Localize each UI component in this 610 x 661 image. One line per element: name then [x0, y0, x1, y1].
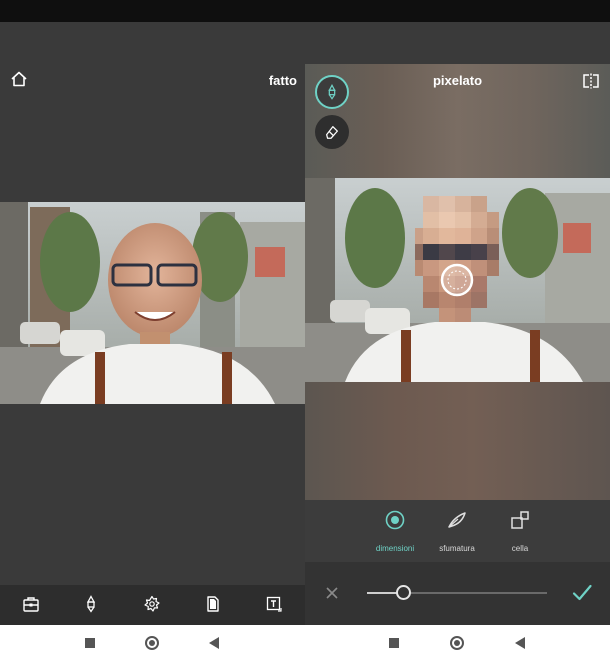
home-icon — [11, 71, 27, 87]
back-triangle-icon — [209, 637, 219, 649]
eraser-icon — [326, 126, 338, 139]
main-toolbar — [0, 585, 305, 625]
close-icon — [326, 587, 338, 599]
circle-icon — [450, 636, 464, 650]
home-nav-button[interactable] — [449, 635, 465, 651]
system-navigation-bar — [0, 625, 610, 661]
pixelate-editor-screen: pixelato dimensioni sfumatura cella — [305, 22, 610, 625]
tools-button[interactable] — [18, 591, 44, 617]
square-icon — [389, 638, 399, 648]
text-icon — [266, 596, 282, 612]
status-bar — [0, 0, 610, 22]
feather-icon — [448, 512, 466, 528]
sticker-icon — [207, 596, 219, 612]
size-slider-bar — [305, 562, 610, 625]
square-icon — [85, 638, 95, 648]
option-sfumatura[interactable]: sfumatura — [422, 508, 492, 553]
option-label: sfumatura — [439, 544, 475, 553]
size-slider-track[interactable] — [367, 585, 547, 600]
brush-icon — [328, 84, 336, 100]
brush-tool-button[interactable] — [78, 591, 104, 617]
effects-icon — [144, 595, 160, 612]
tool-title: pixelato — [432, 73, 483, 88]
compare-button[interactable] — [580, 70, 602, 92]
done-button[interactable]: fatto — [269, 73, 297, 88]
editor-main-screen: fatto — [0, 22, 305, 625]
compare-icon — [583, 73, 599, 89]
option-label: dimensioni — [375, 544, 415, 553]
back-nav-button[interactable] — [206, 635, 222, 651]
toolbox-icon — [23, 597, 39, 612]
recents-button[interactable] — [386, 635, 402, 651]
photo-canvas[interactable] — [0, 202, 305, 404]
eraser-mode-button[interactable] — [315, 115, 349, 149]
option-cella[interactable]: cella — [485, 508, 555, 553]
brush-mode-button[interactable] — [315, 75, 349, 109]
brush-cursor[interactable] — [440, 263, 474, 297]
home-button[interactable] — [8, 68, 30, 90]
recents-button[interactable] — [82, 635, 98, 651]
back-triangle-icon — [515, 637, 525, 649]
pixelate-options-bar: dimensioni sfumatura cella — [305, 500, 610, 562]
option-label: cella — [511, 544, 529, 553]
size-icon — [385, 510, 405, 530]
photo-image — [0, 202, 305, 404]
circle-icon — [145, 636, 159, 650]
sticker-button[interactable] — [200, 591, 226, 617]
cell-icon — [511, 511, 529, 529]
cancel-button[interactable] — [323, 584, 341, 602]
brush-icon — [86, 595, 96, 613]
home-nav-button[interactable] — [144, 635, 160, 651]
size-slider-thumb[interactable] — [396, 585, 411, 600]
pixelated-photo-image — [305, 178, 610, 382]
text-tool-button[interactable] — [261, 591, 287, 617]
blurred-bottom-area — [305, 382, 610, 500]
photo-canvas-pixelated[interactable] — [305, 178, 610, 382]
back-nav-button[interactable] — [512, 635, 528, 651]
check-icon — [572, 584, 592, 601]
pixel-mosaic — [415, 196, 499, 322]
effects-button[interactable] — [139, 591, 165, 617]
apply-button[interactable] — [570, 581, 594, 605]
option-dimensioni[interactable]: dimensioni — [360, 508, 430, 553]
